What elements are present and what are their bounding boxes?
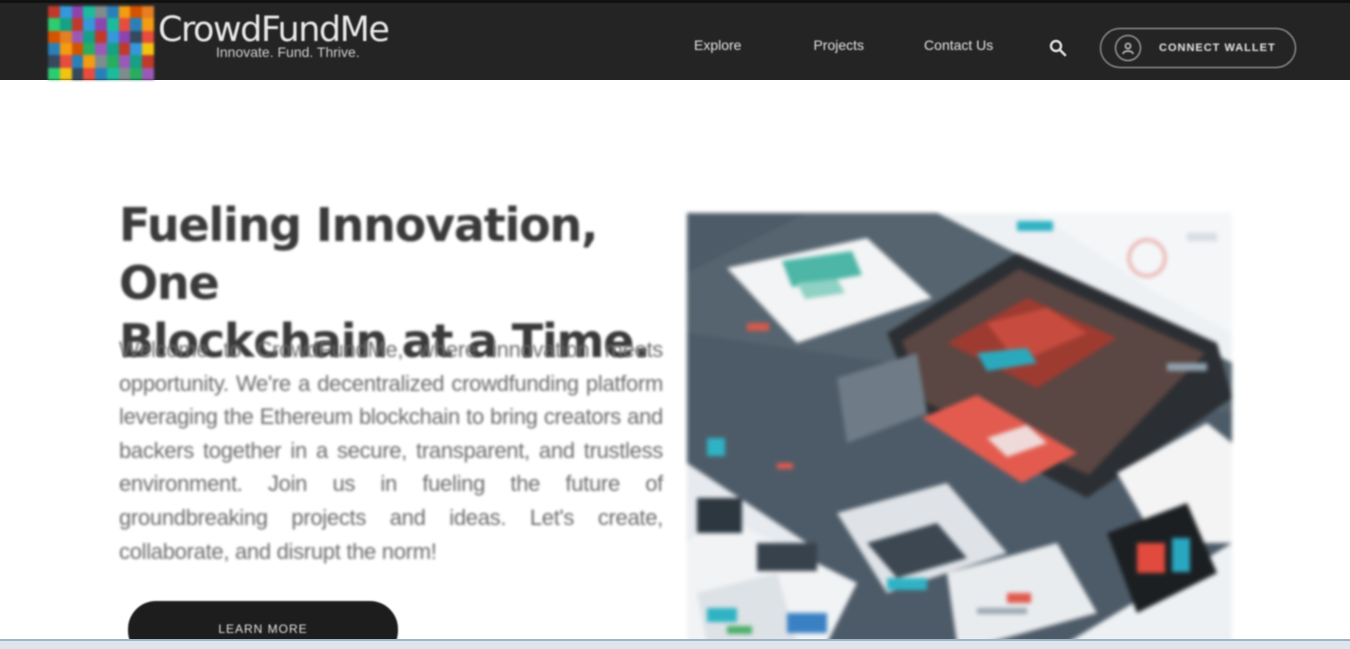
logo-tile [95,42,107,56]
logo-tile [83,18,96,31]
logo-tile [130,67,143,80]
logo-tile [95,6,107,19]
logo-tile [48,42,60,56]
logo-tile [106,67,119,80]
logo-tile [48,18,60,31]
logo-tile [142,42,154,56]
brand[interactable]: CrowdFundMe Innovate. Fund. Thrive. [48,6,390,80]
logo-tile [118,6,131,19]
logo-tile [48,30,60,43]
logo-tile [130,55,143,68]
top-navbar: CrowdFundMe Innovate. Fund. Thrive. Expl… [0,0,1350,80]
logo-tile [59,18,72,31]
logo-tile [118,42,131,56]
logo-tile [59,55,72,68]
logo-tile [118,67,131,80]
logo-tile [59,42,72,56]
logo-tile [142,30,154,43]
logo-tile [142,18,154,31]
logo-tile [71,18,84,31]
logo-tile [95,18,107,31]
logo-tile [71,42,84,56]
logo-tile [83,55,96,68]
logo-tile [59,30,72,43]
logo-tile [118,18,131,31]
logo-tile [95,30,107,43]
logo-tile [83,30,96,43]
logo-tile [59,67,72,80]
logo-tile [118,30,131,43]
nav-links: Explore Projects Contact Us [694,37,993,53]
connect-wallet-button[interactable]: CONNECT WALLET [1100,28,1296,68]
logo-tile [142,6,154,19]
logo-tile [83,42,96,56]
logo-tile [130,6,143,19]
logo-tile [83,6,96,19]
logo-tile [118,55,131,68]
hero-title-line-1: Fueling Innovation, One [119,198,599,310]
logo-tile [106,30,119,43]
logo-tile [130,18,143,31]
user-icon [1115,35,1141,61]
logo-tile [142,55,154,68]
connect-wallet-label: CONNECT WALLET [1159,42,1276,54]
logo-tile [71,67,84,80]
logo-tile [130,42,143,56]
logo-tile [71,55,84,68]
logo-tile [59,6,72,19]
logo-tile [71,6,84,19]
search-icon[interactable] [1048,38,1068,58]
logo-tile [48,6,60,19]
logo-tile [106,55,119,68]
hero-image [687,213,1232,643]
page-bottom-divider [0,639,1350,641]
logo-tile [130,30,143,43]
nav-link-projects[interactable]: Projects [813,37,864,53]
logo-tile [142,67,154,80]
hero-description: Welcome to CrowdFundMe, where innovation… [119,337,663,564]
logo-tile [106,42,119,56]
logo-tile [48,55,60,68]
logo-tile [71,30,84,43]
nav-link-explore[interactable]: Explore [694,37,741,53]
logo-tile [106,18,119,31]
brand-text: CrowdFundMe Innovate. Fund. Thrive. [158,10,390,60]
logo-image [48,6,154,80]
brand-tagline: Innovate. Fund. Thrive. [216,44,360,60]
nav-link-contact-us[interactable]: Contact Us [924,37,993,53]
logo-tile [48,67,60,80]
logo-tile [95,55,107,68]
ui-mockup-collage-image [687,213,1232,643]
logo-tile [106,6,119,19]
logo-tile [83,67,96,80]
logo-tile [95,67,107,80]
